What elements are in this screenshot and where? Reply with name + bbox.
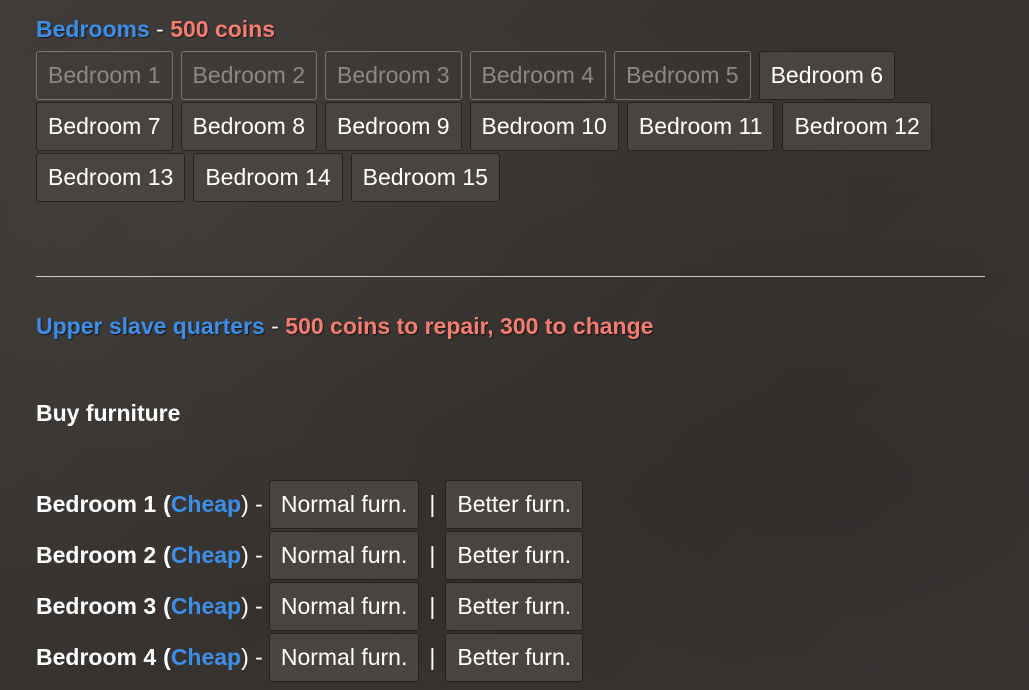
better-furniture-button[interactable]: Better furn. — [445, 480, 584, 529]
bedroom-button-1: Bedroom 1 — [36, 51, 173, 100]
bedroom-button-8[interactable]: Bedroom 8 — [180, 102, 318, 151]
slave-quarters-title-link[interactable]: Upper slave quarters — [36, 313, 265, 339]
normal-furniture-button[interactable]: Normal furn. — [268, 480, 420, 529]
furniture-row: Bedroom 4 (Cheap) - Normal furn. | Better fu… — [36, 632, 584, 683]
bedrooms-cost: 500 coins — [170, 16, 276, 42]
section-divider — [36, 276, 985, 277]
header-separator: - — [156, 16, 164, 42]
header-separator: - — [271, 313, 279, 339]
open-paren: ( — [163, 491, 171, 517]
bedroom-button-15[interactable]: Bedroom 15 — [350, 153, 500, 202]
furniture-quality-link[interactable]: Cheap — [171, 542, 241, 568]
bedroom-button-5: Bedroom 5 — [614, 51, 751, 100]
buy-furniture-heading: Buy furniture — [36, 400, 181, 426]
normal-furniture-button[interactable]: Normal furn. — [268, 531, 420, 580]
furniture-row: Bedroom 2 (Cheap) - Normal furn. | Better fu… — [36, 530, 584, 581]
bedroom-button-7[interactable]: Bedroom 7 — [36, 102, 173, 151]
furniture-quality-link[interactable]: Cheap — [171, 491, 241, 517]
slave-quarters-header: Upper slave quarters - 500 coins to repa… — [36, 312, 653, 340]
furniture-row: Bedroom 3 (Cheap) - Normal furn. | Better fu… — [36, 581, 584, 632]
open-paren: ( — [163, 644, 171, 670]
pipe-separator: | — [429, 491, 436, 517]
bedroom-button-3: Bedroom 3 — [325, 51, 462, 100]
bedrooms-header: Bedrooms - 500 coins — [36, 15, 275, 43]
bedroom-button-14[interactable]: Bedroom 14 — [193, 153, 343, 202]
bedroom-button-10[interactable]: Bedroom 10 — [469, 102, 619, 151]
furniture-room-label: Bedroom 1 (Cheap) - — [36, 491, 269, 518]
bedroom-button-grid: Bedroom 1 Bedroom 2 Bedroom 3 Bedroom 4 Bedr… — [36, 51, 996, 204]
bedroom-button-2: Bedroom 2 — [180, 51, 318, 100]
bedroom-button-11[interactable]: Bedroom 11 — [626, 102, 775, 151]
furniture-room-label: Bedroom 4 (Cheap) - — [36, 644, 269, 671]
better-furniture-button[interactable]: Better furn. — [445, 531, 584, 580]
room-name: Bedroom 4 — [36, 644, 157, 670]
bedroom-button-12[interactable]: Bedroom 12 — [782, 102, 932, 151]
room-name: Bedroom 2 — [36, 542, 157, 568]
bedroom-button-4: Bedroom 4 — [469, 51, 607, 100]
close-paren-dash: ) - — [241, 542, 263, 568]
better-furniture-button[interactable]: Better furn. — [445, 582, 584, 631]
close-paren-dash: ) - — [241, 593, 263, 619]
pipe-separator: | — [429, 593, 436, 619]
bedroom-button-9[interactable]: Bedroom 9 — [325, 102, 462, 151]
furniture-quality-link[interactable]: Cheap — [171, 593, 241, 619]
slave-quarters-cost: 500 coins to repair, 300 to change — [285, 313, 654, 339]
room-name: Bedroom 3 — [36, 593, 157, 619]
open-paren: ( — [163, 593, 171, 619]
better-furniture-button[interactable]: Better furn. — [445, 633, 584, 682]
furniture-room-label: Bedroom 2 (Cheap) - — [36, 542, 269, 569]
normal-furniture-button[interactable]: Normal furn. — [268, 633, 420, 682]
close-paren-dash: ) - — [241, 491, 263, 517]
furniture-row: Bedroom 1 (Cheap) - Normal furn. | Better fu… — [36, 479, 584, 530]
bedroom-button-6[interactable]: Bedroom 6 — [758, 51, 896, 100]
bedrooms-title-link[interactable]: Bedrooms — [36, 16, 150, 42]
normal-furniture-button[interactable]: Normal furn. — [268, 582, 420, 631]
pipe-separator: | — [429, 542, 436, 568]
close-paren-dash: ) - — [241, 644, 263, 670]
furniture-list: Bedroom 1 (Cheap) - Normal furn. | Better fu… — [36, 479, 584, 683]
bedroom-button-13[interactable]: Bedroom 13 — [36, 153, 186, 202]
pipe-separator: | — [429, 644, 436, 670]
room-name: Bedroom 1 — [36, 491, 157, 517]
furniture-quality-link[interactable]: Cheap — [171, 644, 241, 670]
open-paren: ( — [163, 542, 171, 568]
furniture-room-label: Bedroom 3 (Cheap) - — [36, 593, 269, 620]
